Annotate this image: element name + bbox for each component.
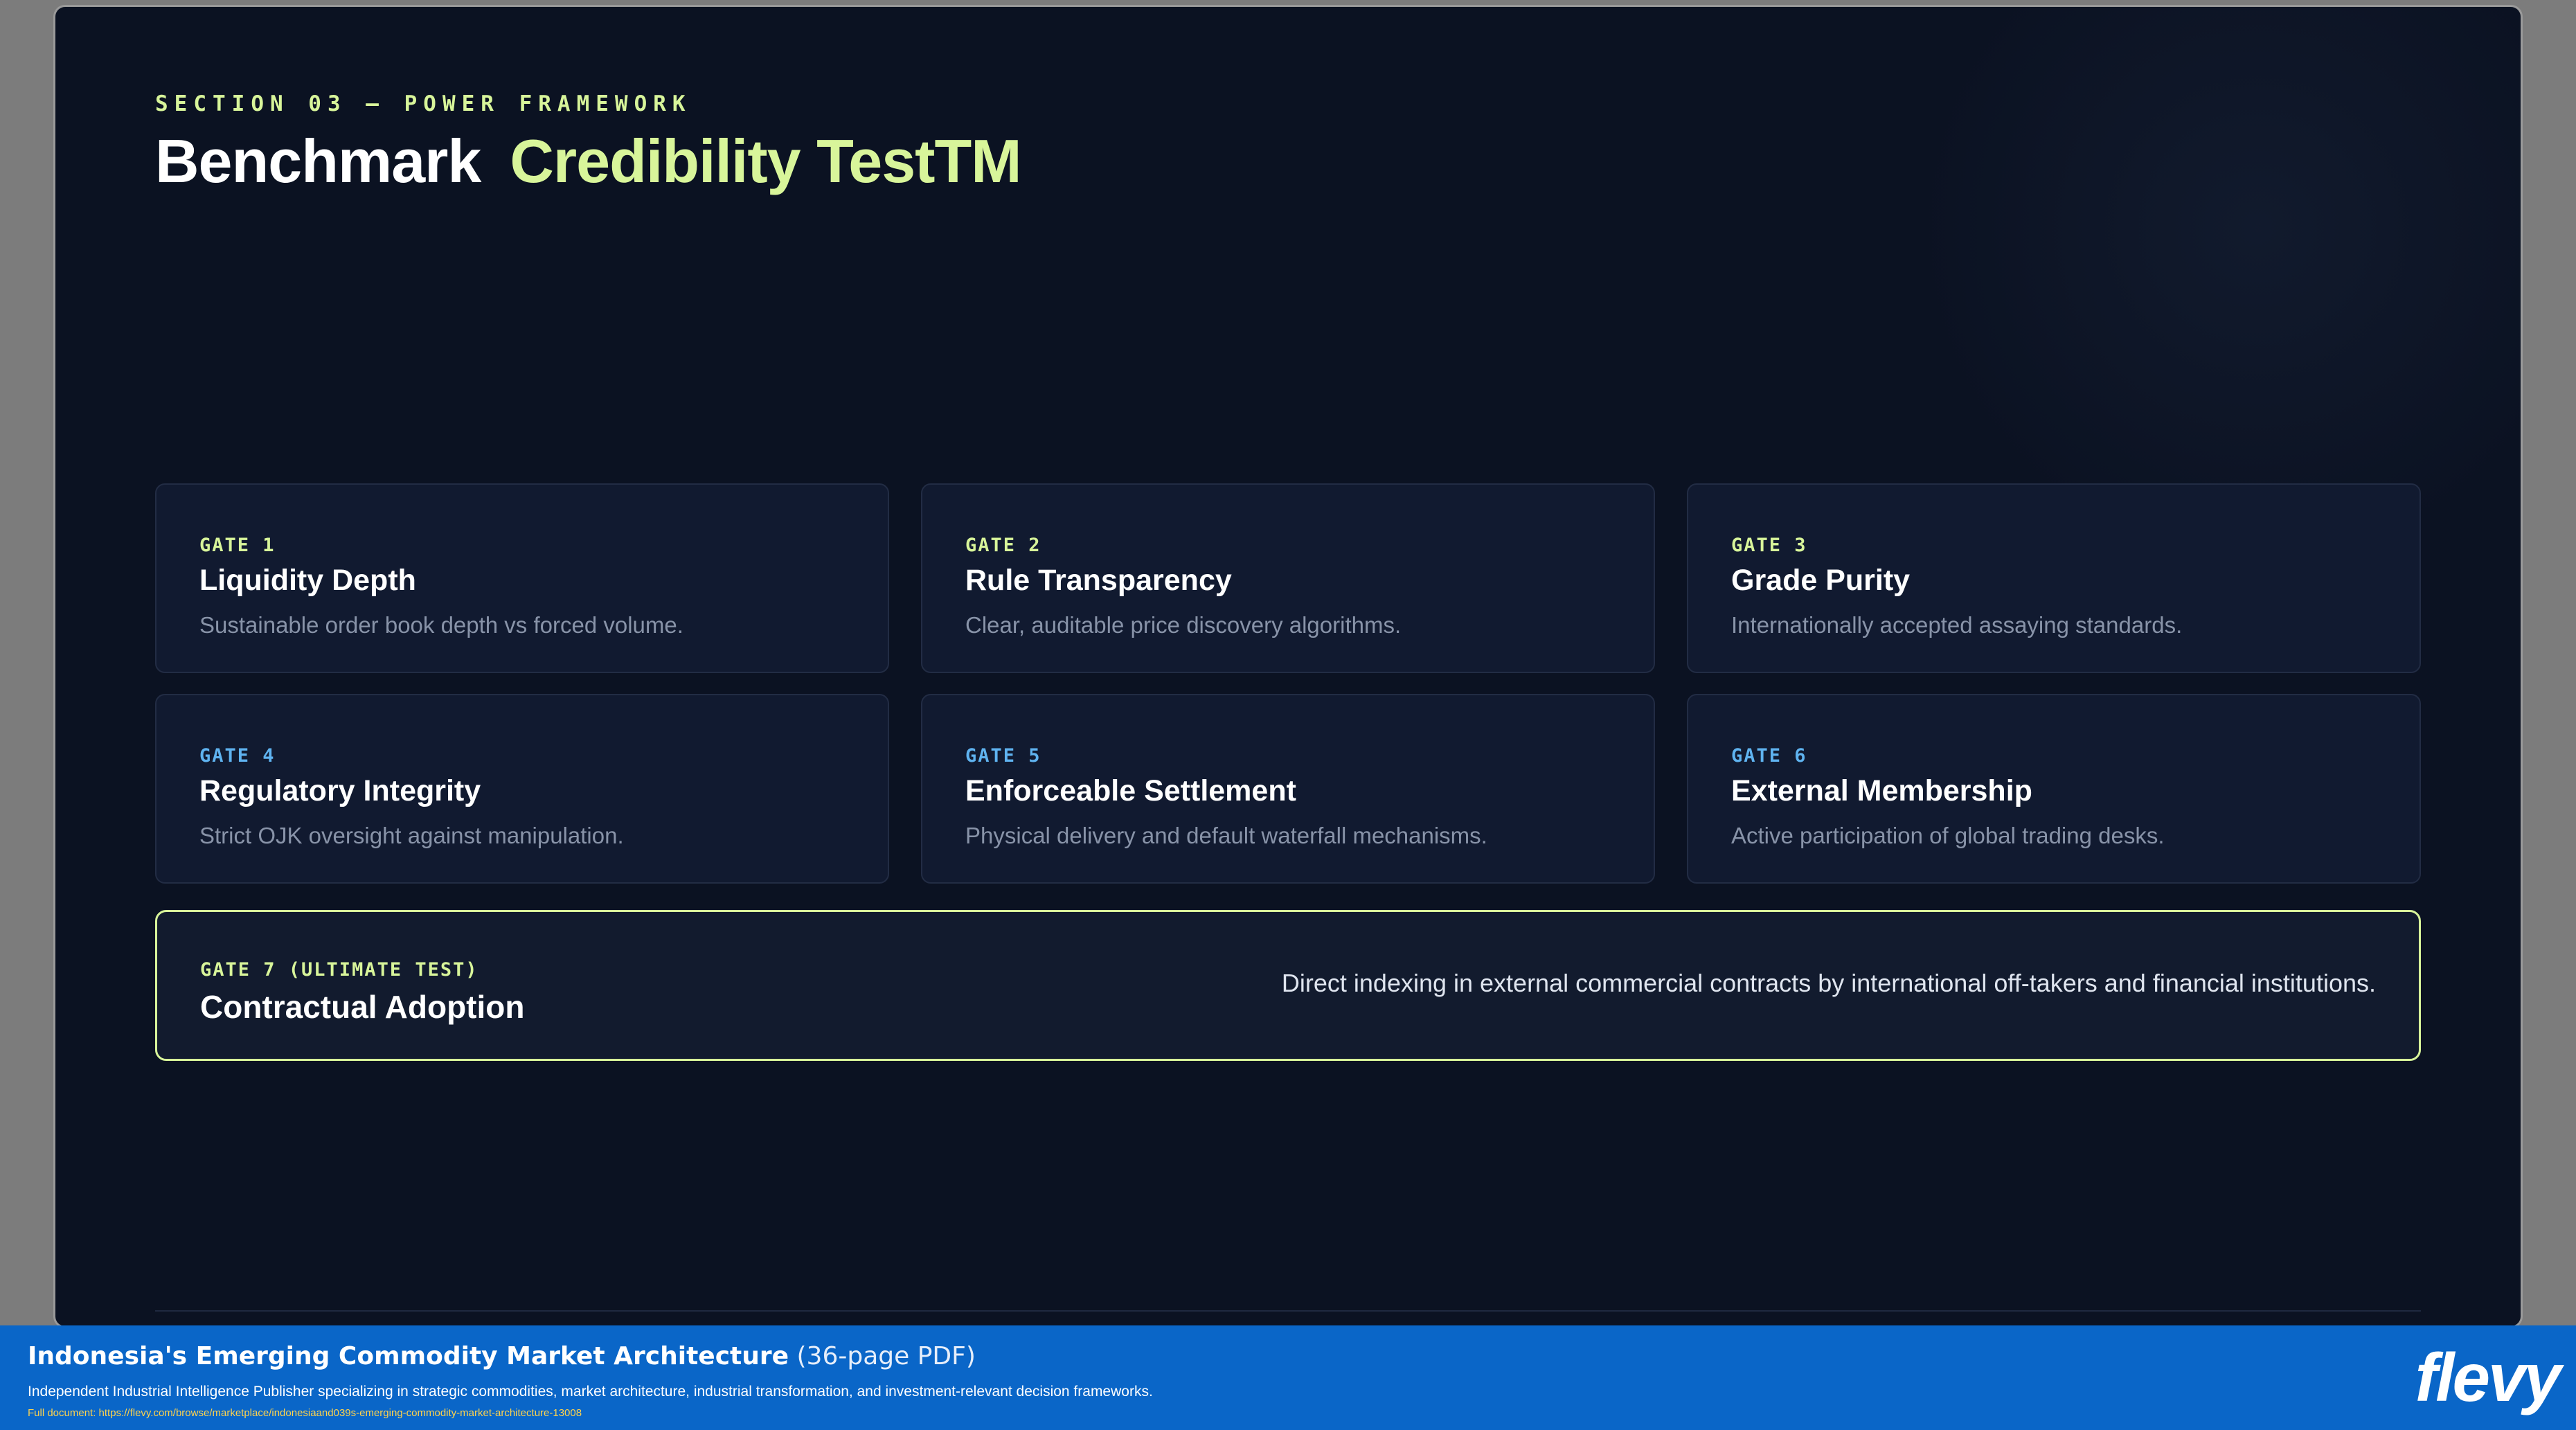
gate-description: Active participation of global trading d…	[1731, 823, 2165, 848]
gate-label: GATE 3	[1731, 535, 1807, 556]
gate-description: Sustainable order book depth vs forced v…	[199, 612, 683, 638]
title-main: Benchmark	[155, 127, 481, 195]
gate-card-3: GATE 3 Grade Purity Internationally acce…	[1687, 483, 2421, 673]
gate-label: GATE 4	[199, 745, 276, 767]
publisher-banner: Indonesia's Emerging Commodity Market Ar…	[0, 1325, 2576, 1430]
gate-card-7-ultimate: GATE 7 (ULTIMATE TEST) Contractual Adopt…	[155, 910, 2421, 1061]
gate-name: Contractual Adoption	[200, 989, 525, 1025]
gate-name: External Membership	[1731, 774, 2032, 807]
document-viewer: SECTION 03 — POWER FRAMEWORK Benchmark Cr…	[0, 0, 2576, 1430]
gate-card-1: GATE 1 Liquidity Depth Sustainable order…	[155, 483, 889, 673]
gate-description: Physical delivery and default waterfall …	[965, 823, 1487, 848]
document-link[interactable]: Full document: https://flevy.com/browse/…	[28, 1407, 582, 1419]
gate-card-4: GATE 4 Regulatory Integrity Strict OJK o…	[155, 694, 889, 884]
document-title[interactable]: Indonesia's Emerging Commodity Market Ar…	[28, 1342, 976, 1370]
flevy-logo[interactable]: flevy	[2415, 1343, 2561, 1411]
slide-page: SECTION 03 — POWER FRAMEWORK Benchmark Cr…	[55, 7, 2521, 1326]
page-count: (36-page PDF)	[796, 1342, 976, 1370]
gate-name: Liquidity Depth	[199, 564, 416, 597]
title-accent: Credibility TestTM	[510, 127, 1021, 195]
gate-label: GATE 6	[1731, 745, 1807, 767]
footer-divider	[155, 1310, 2421, 1312]
slide-title: Benchmark Credibility TestTM	[155, 126, 1022, 197]
gate-card-2: GATE 2 Rule Transparency Clear, auditabl…	[921, 483, 1655, 673]
publisher-tagline: Independent Industrial Intelligence Publ…	[28, 1384, 1153, 1400]
gate-card-5: GATE 5 Enforceable Settlement Physical d…	[921, 694, 1655, 884]
gate-description: Internationally accepted assaying standa…	[1731, 612, 2183, 638]
gate-card-6: GATE 6 External Membership Active partic…	[1687, 694, 2421, 884]
gate-name: Rule Transparency	[965, 564, 1232, 597]
gate-description: Direct indexing in external commercial c…	[1281, 969, 2376, 997]
gate-name: Enforceable Settlement	[965, 774, 1296, 807]
gate-name: Regulatory Integrity	[199, 774, 481, 807]
gate-label: GATE 7 (ULTIMATE TEST)	[200, 959, 478, 981]
section-eyebrow: SECTION 03 — POWER FRAMEWORK	[155, 91, 692, 116]
document-title-text: Indonesia's Emerging Commodity Market Ar…	[28, 1342, 789, 1370]
gate-name: Grade Purity	[1731, 564, 1911, 597]
gate-label: GATE 5	[965, 745, 1041, 767]
gate-label: GATE 1	[199, 535, 276, 556]
gate-description: Clear, auditable price discovery algorit…	[965, 612, 1402, 638]
gate-description: Strict OJK oversight against manipulatio…	[199, 823, 624, 848]
gate-label: GATE 2	[965, 535, 1041, 556]
